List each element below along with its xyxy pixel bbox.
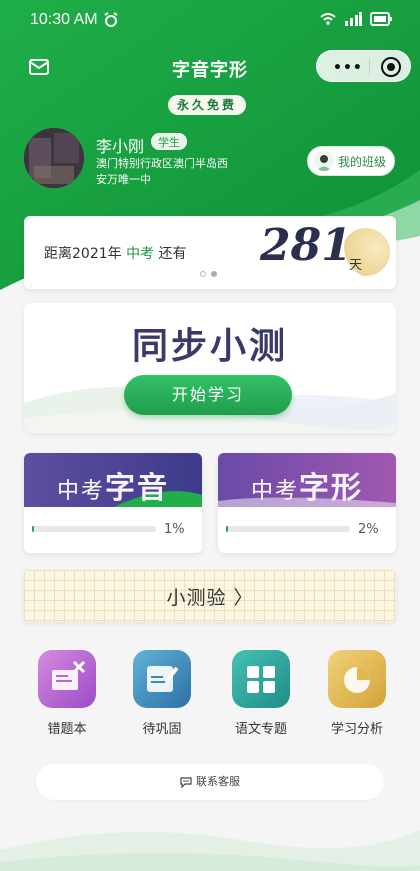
edit-card-icon [133,650,191,708]
progress-text: 2% [358,522,379,537]
tool-chinese-topics[interactable]: 语文专题 [218,648,304,740]
school-name: 澳门特别行政区澳门半岛西安万唯一中 [96,157,228,186]
tool-label: 学习分析 [330,722,383,737]
card-subject: 字形 [299,471,363,506]
carousel-indicator [200,271,217,277]
profile-section: 李小刚 学生 澳门特别行政区澳门半岛西安万唯一中 我的班级 [24,128,404,194]
countdown-text: 距离2021年 中考 还有 [44,243,187,263]
progress-fill [226,526,229,532]
wifi-icon [320,13,336,25]
status-indicators [320,12,392,26]
card-title: 中考字音 [24,463,202,507]
user-name: 李小刚 [96,137,145,156]
contact-service-label: 联系客服 [196,775,240,788]
role-badge: 学生 [151,133,187,150]
navbar: 字音字形 ••• [0,48,420,88]
quiz-banner[interactable]: 小测验 〉 [24,570,396,622]
tool-to-consolidate[interactable]: 待巩固 [119,648,205,740]
exam-countdown-card: 距离2021年 中考 还有 281 天 [24,216,396,289]
countdown-exam: 中考 [126,246,155,262]
my-class-button[interactable]: 我的班级 [307,146,395,176]
grid-icon [232,650,290,708]
pie-chart-icon [328,650,386,708]
sync-test-card: 同步小测 开始学习 [24,303,396,433]
status-time: 10:30 AM [30,11,98,28]
capsule-divider [369,59,370,75]
carousel-dot[interactable] [200,271,206,277]
countdown-days: 281 [260,220,352,271]
progress-fill [32,526,35,532]
progress-text: 1% [164,522,185,537]
battery-icon [370,12,392,26]
tool-label: 待巩固 [142,722,182,737]
tool-wrong-notebook[interactable]: 错题本 [24,648,110,740]
contact-service-button[interactable]: 联系客服 [36,764,384,800]
zhongkao-ziyin-card[interactable]: 中考字音 1% [24,453,202,553]
avatar-image [24,128,84,188]
footer-wave [0,830,420,871]
tool-label: 语文专题 [234,722,287,737]
progress-bar [226,526,350,532]
countdown-unit: 天 [349,258,363,273]
avatar[interactable] [24,128,84,188]
sync-test-title: 同步小测 [131,325,288,367]
card-banner: 中考字形 [218,453,396,507]
card-title: 中考字形 [218,463,396,507]
signal-icon [345,12,362,26]
mini-program-capsule: ••• [316,50,411,82]
start-learning-button[interactable]: 开始学习 [124,375,292,415]
chat-icon [180,777,192,788]
close-miniprogram-icon[interactable] [381,57,401,77]
alarm-icon [104,12,118,27]
wrong-notebook-icon [38,650,96,708]
countdown-prefix: 距离2021年 [44,246,122,262]
class-avatar-icon [314,151,334,171]
countdown-suffix: 还有 [158,246,187,262]
card-banner: 中考字音 [24,453,202,507]
tool-study-analysis[interactable]: 学习分析 [314,648,400,740]
tool-grid: 错题本 待巩固 语文专题 学习分析 [24,648,396,740]
zhongkao-zixing-card[interactable]: 中考字形 2% [218,453,396,553]
progress-bar [32,526,156,532]
tool-label: 错题本 [47,722,87,737]
more-icon[interactable]: ••• [333,60,363,76]
status-bar: 10:30 AM [0,0,420,40]
card-prefix: 中考 [56,479,105,504]
card-prefix: 中考 [250,479,299,504]
card-subject: 字音 [105,471,169,506]
my-class-label: 我的班级 [338,154,387,169]
quiz-label: 小测验 〉 [166,587,254,609]
carousel-dot-active[interactable] [211,271,217,277]
free-badge: 永久免费 [168,95,246,115]
